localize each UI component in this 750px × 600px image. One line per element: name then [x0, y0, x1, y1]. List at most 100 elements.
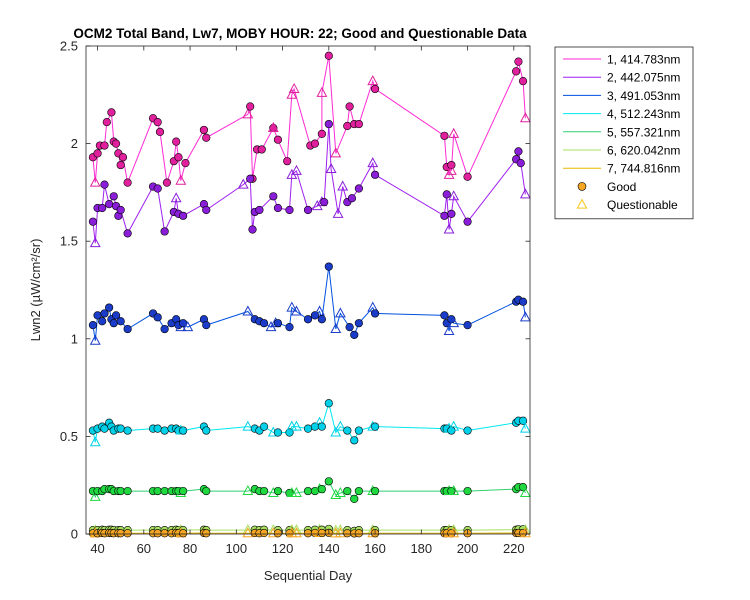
- point-good: [273, 529, 283, 538]
- point-good: [310, 139, 320, 148]
- x-tick-label: 80: [183, 541, 197, 556]
- point-good: [153, 313, 162, 322]
- point-good: [102, 118, 111, 127]
- y-axis-label: Lwn2 (µW/cm²/sr): [28, 239, 43, 342]
- legend-good-label: Good: [607, 180, 636, 194]
- point-good: [179, 529, 188, 538]
- point-good: [248, 225, 257, 234]
- x-tick-label: 200: [457, 541, 479, 556]
- point-good: [463, 321, 472, 330]
- point-good: [317, 129, 326, 138]
- point-good: [155, 127, 165, 136]
- point-good: [259, 486, 269, 496]
- point-good: [317, 315, 326, 324]
- point-good: [109, 319, 118, 328]
- x-axis-label: Sequential Day: [264, 568, 353, 583]
- point-good: [345, 322, 354, 332]
- point-good: [109, 192, 118, 201]
- y-tick-label: 2: [71, 136, 78, 151]
- point-good: [259, 319, 269, 328]
- point-good: [354, 426, 363, 435]
- point-good: [202, 321, 211, 330]
- point-good: [514, 147, 523, 156]
- point-good: [463, 486, 472, 496]
- point-good: [354, 486, 363, 496]
- point-good: [345, 102, 354, 111]
- point-good: [440, 131, 449, 140]
- legend-entry-4: 4, 512.243nm: [607, 107, 680, 121]
- y-tick-label: 1.5: [60, 234, 78, 249]
- point-good: [370, 309, 380, 318]
- point-good: [370, 422, 380, 431]
- point-good: [116, 529, 125, 538]
- point-good: [303, 486, 313, 496]
- point-good: [463, 426, 472, 435]
- point-good: [100, 141, 109, 150]
- point-good: [440, 311, 449, 320]
- point-good: [283, 157, 292, 166]
- point-good: [273, 428, 283, 437]
- x-tick-label: 180: [410, 541, 432, 556]
- x-tick-label: 160: [364, 541, 386, 556]
- point-good: [463, 217, 472, 226]
- point-good: [354, 319, 363, 328]
- point-good: [350, 330, 359, 339]
- point-good: [285, 322, 294, 332]
- point-good: [518, 483, 528, 492]
- point-good: [317, 528, 326, 538]
- point-good: [285, 205, 294, 215]
- legend-questionable-label: Questionable: [607, 198, 678, 212]
- point-good: [273, 319, 283, 328]
- point-good: [516, 159, 525, 168]
- point-good: [317, 422, 326, 431]
- point-good: [199, 125, 209, 135]
- point-good: [343, 426, 352, 435]
- y-tick-label: 0: [71, 527, 78, 542]
- point-good: [88, 217, 98, 226]
- point-good: [202, 486, 211, 496]
- point-good: [324, 262, 333, 271]
- point-good: [153, 184, 162, 193]
- point-good: [350, 494, 359, 503]
- point-good: [370, 170, 380, 179]
- point-good: [303, 315, 313, 324]
- point-good: [512, 67, 521, 76]
- point-good: [303, 205, 313, 215]
- point-good: [324, 119, 333, 129]
- point-good: [324, 477, 333, 486]
- point-good: [116, 205, 125, 215]
- point-good: [98, 203, 107, 213]
- point-good: [105, 200, 114, 209]
- point-good: [111, 139, 121, 148]
- point-good: [107, 108, 116, 117]
- point-good: [303, 424, 313, 433]
- point-good: [354, 529, 363, 538]
- legend: 1, 414.783nm 2, 442.075nm 3, 491.053nm 4, 5…: [554, 46, 694, 220]
- x-tick-label: 100: [225, 541, 247, 556]
- point-good: [202, 426, 211, 435]
- point-good: [202, 205, 211, 215]
- point-good: [98, 317, 107, 326]
- point-good: [179, 426, 188, 435]
- point-good: [317, 485, 326, 494]
- point-good: [123, 324, 132, 334]
- point-good: [269, 192, 278, 201]
- point-good: [153, 118, 162, 127]
- point-good: [123, 426, 132, 435]
- x-tick-label: 60: [137, 541, 151, 556]
- point-good: [105, 303, 114, 312]
- point-good: [160, 227, 169, 236]
- x-tick-label: 40: [90, 541, 104, 556]
- point-good: [273, 203, 283, 213]
- point-good: [347, 194, 357, 203]
- y-tick-label: 2.5: [60, 39, 78, 54]
- point-good: [153, 529, 162, 538]
- point-good: [160, 529, 169, 538]
- point-good: [343, 121, 352, 131]
- point-good: [93, 149, 102, 158]
- point-good: [518, 77, 528, 86]
- point-good: [354, 119, 363, 129]
- point-good: [255, 205, 264, 215]
- point-good: [246, 174, 255, 183]
- legend-entry-7: 7, 744.816nm: [607, 162, 680, 176]
